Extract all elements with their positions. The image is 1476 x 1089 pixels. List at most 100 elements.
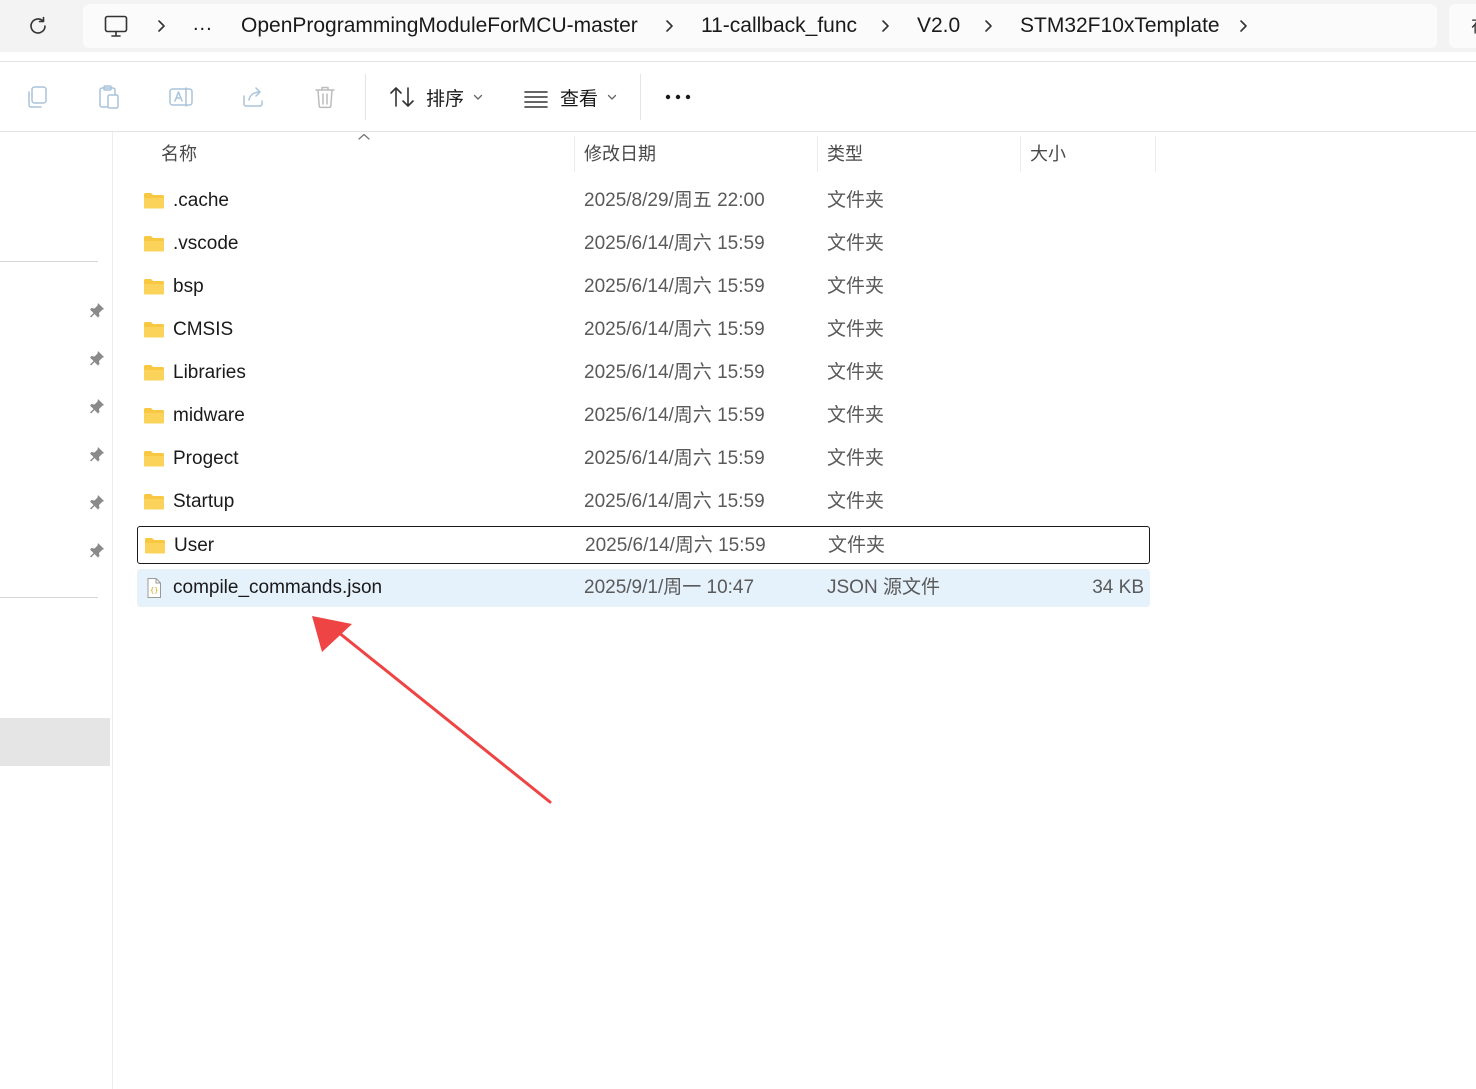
column-separator[interactable] [574, 136, 575, 172]
folder-icon [143, 362, 165, 382]
file-date: 2025/6/14/周六 15:59 [584, 448, 765, 469]
rename-button[interactable] [166, 82, 196, 112]
pin-icon[interactable] [88, 397, 106, 415]
column-separator[interactable] [1155, 136, 1156, 172]
file-type: 文件夹 [827, 491, 885, 512]
file-name: Startup [173, 491, 235, 512]
folder-icon [143, 405, 165, 425]
address-bar: ... OpenProgrammingModuleForMCU-master 1… [0, 0, 1476, 52]
file-name: bsp [173, 276, 204, 297]
file-type: 文件夹 [827, 362, 885, 383]
file-type: 文件夹 [827, 405, 885, 426]
column-separator[interactable] [1020, 136, 1021, 172]
navigation-pane [0, 132, 113, 1089]
nav-divider [0, 597, 98, 598]
sort-label: 排序 [426, 88, 465, 110]
refresh-icon [27, 15, 49, 37]
copy-icon [24, 84, 50, 110]
chevron-down-icon [606, 91, 618, 103]
breadcrumb-item[interactable]: STM32F10xTemplate [1020, 4, 1220, 48]
copy-button[interactable] [22, 82, 52, 112]
file-date: 2025/6/14/周六 15:59 [584, 276, 765, 297]
file-name: Libraries [173, 362, 246, 383]
chevron-right-icon [660, 17, 678, 35]
nav-item-selected[interactable] [0, 718, 110, 766]
file-row[interactable]: User 2025/6/14/周六 15:59 文件夹 [137, 526, 1150, 564]
json-file-icon: {} [143, 577, 165, 598]
pin-icon[interactable] [88, 541, 106, 559]
view-list-icon [522, 84, 550, 110]
divider [0, 131, 1476, 132]
column-header-type[interactable]: 类型 [827, 136, 1012, 172]
chevron-right-icon[interactable] [1234, 17, 1252, 35]
red-arrow-annotation-icon [300, 600, 570, 815]
file-row[interactable]: Startup 2025/6/14/周六 15:59 文件夹 [137, 483, 1150, 521]
breadcrumb-overflow[interactable]: ... [193, 4, 213, 48]
paste-button[interactable] [94, 82, 124, 112]
paste-icon [96, 84, 122, 110]
pin-icon[interactable] [88, 445, 106, 463]
file-type: 文件夹 [827, 190, 885, 211]
more-options-button[interactable] [664, 76, 692, 118]
file-name: .cache [173, 190, 229, 211]
column-header-date[interactable]: 修改日期 [584, 136, 809, 172]
file-row[interactable]: .vscode 2025/6/14/周六 15:59 文件夹 [137, 225, 1150, 263]
file-row[interactable]: bsp 2025/6/14/周六 15:59 文件夹 [137, 268, 1150, 306]
share-button[interactable] [238, 82, 268, 112]
pin-icon[interactable] [88, 493, 106, 511]
folder-icon [143, 319, 165, 339]
chevron-right-icon [876, 17, 894, 35]
rename-icon [168, 84, 194, 110]
file-name: midware [173, 405, 245, 426]
file-size: 34 KB [1092, 577, 1144, 598]
file-row[interactable]: midware 2025/6/14/周六 15:59 文件夹 [137, 397, 1150, 435]
file-row[interactable]: Libraries 2025/6/14/周六 15:59 文件夹 [137, 354, 1150, 392]
folder-icon [144, 535, 166, 555]
chevron-right-icon [152, 17, 170, 35]
trash-icon [312, 84, 338, 110]
breadcrumb: ... OpenProgrammingModuleForMCU-master 1… [83, 4, 1437, 48]
sort-icon [388, 84, 416, 110]
pin-icon[interactable] [88, 349, 106, 367]
folder-icon [143, 190, 165, 210]
file-type: 文件夹 [827, 233, 885, 254]
file-type: JSON 源文件 [827, 577, 940, 598]
folder-icon [143, 491, 165, 511]
command-bar: 排序 查看 [0, 62, 1476, 132]
search-box[interactable]: 在 [1449, 4, 1476, 48]
column-separator[interactable] [817, 136, 818, 172]
pin-icon[interactable] [88, 301, 106, 319]
breadcrumb-item[interactable]: 11-callback_func [701, 4, 857, 48]
column-header-name[interactable]: 名称 [161, 136, 561, 172]
column-header-size[interactable]: 大小 [1030, 136, 1148, 172]
toolbar-separator [365, 74, 366, 120]
file-row[interactable]: .cache 2025/8/29/周五 22:00 文件夹 [137, 182, 1150, 220]
file-name: CMSIS [173, 319, 234, 340]
file-row-selected[interactable]: {} compile_commands.json 2025/9/1/周一 10:… [137, 569, 1150, 607]
computer-icon[interactable] [103, 14, 129, 38]
sort-button[interactable]: 排序 [388, 76, 484, 118]
svg-text:{}: {} [150, 587, 158, 595]
view-button[interactable]: 查看 [522, 76, 618, 118]
file-date: 2025/6/14/周六 15:59 [584, 319, 765, 340]
share-icon [240, 84, 266, 110]
file-row[interactable]: Progect 2025/6/14/周六 15:59 文件夹 [137, 440, 1150, 478]
file-row[interactable]: CMSIS 2025/6/14/周六 15:59 文件夹 [137, 311, 1150, 349]
file-date: 2025/8/29/周五 22:00 [584, 190, 765, 211]
file-name: Progect [173, 448, 239, 469]
refresh-button[interactable] [20, 8, 56, 44]
breadcrumb-item[interactable]: V2.0 [917, 4, 960, 48]
breadcrumb-item[interactable]: OpenProgrammingModuleForMCU-master [241, 4, 638, 48]
file-type: 文件夹 [827, 448, 885, 469]
file-type: 文件夹 [828, 535, 886, 556]
file-type: 文件夹 [827, 319, 885, 340]
file-date: 2025/9/1/周一 10:47 [584, 577, 755, 598]
file-date: 2025/6/14/周六 15:59 [584, 362, 765, 383]
file-date: 2025/6/14/周六 15:59 [584, 491, 765, 512]
delete-button[interactable] [310, 82, 340, 112]
folder-icon [143, 233, 165, 253]
file-date: 2025/6/14/周六 15:59 [584, 405, 765, 426]
search-placeholder: 在 [1471, 4, 1476, 48]
toolbar-separator [640, 74, 641, 120]
chevron-right-icon [979, 17, 997, 35]
